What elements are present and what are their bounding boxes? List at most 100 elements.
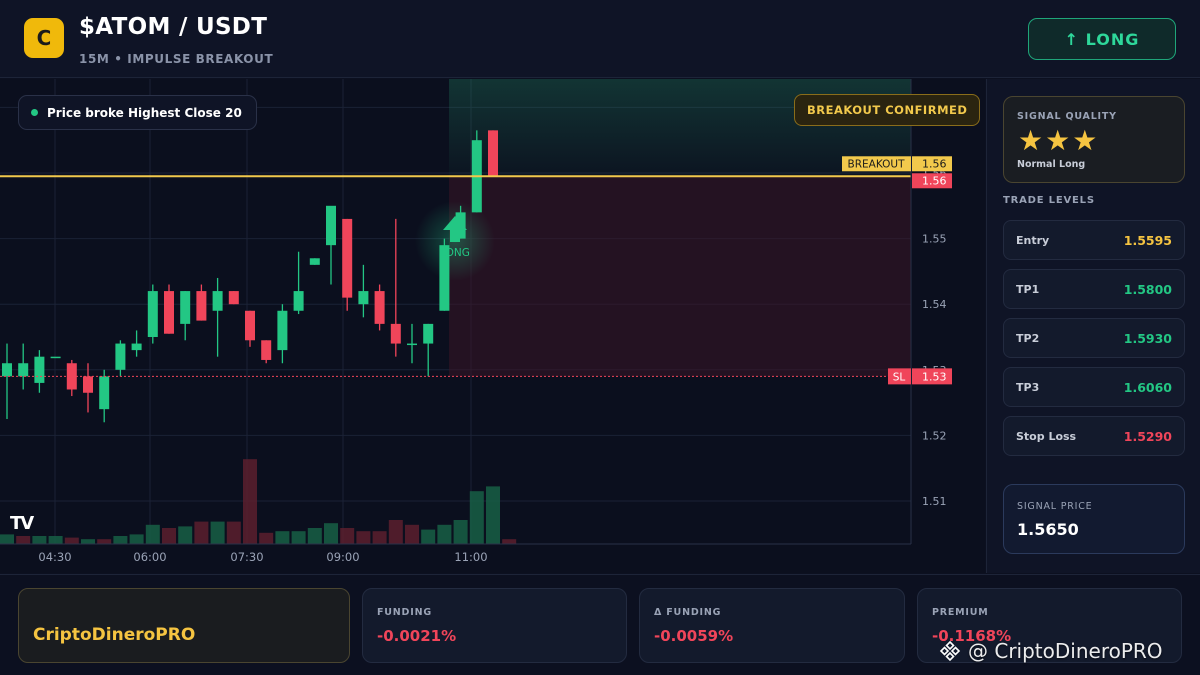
candle-body xyxy=(326,205,336,246)
delta-funding-card: Δ FUNDING -0.0059% xyxy=(639,588,905,663)
volume-bar xyxy=(97,539,112,544)
volume-bar xyxy=(81,539,95,544)
volume-bar xyxy=(113,536,128,544)
volume-bar xyxy=(502,539,517,544)
funding-card: FUNDING -0.0021% xyxy=(362,588,627,663)
candle-body xyxy=(2,363,12,377)
delta-funding-label: Δ FUNDING xyxy=(654,607,722,618)
volume-bar xyxy=(388,520,403,544)
volume-bar xyxy=(64,537,79,544)
volume-bar xyxy=(291,531,306,544)
trade-level-value: 1.5595 xyxy=(1123,232,1172,248)
volume-bar xyxy=(194,521,209,544)
candle-body xyxy=(390,323,401,344)
stop-loss-zone xyxy=(449,176,911,377)
candle-body xyxy=(261,340,272,360)
candle-body xyxy=(423,323,434,344)
delta-funding-value: -0.0059% xyxy=(654,627,734,645)
x-tick-label: 07:30 xyxy=(230,550,263,564)
trade-level-name: Entry xyxy=(1016,233,1050,247)
candle-body xyxy=(293,291,304,311)
pair-title: $ATOM / USDT xyxy=(79,14,268,40)
volume-bar xyxy=(243,459,257,544)
candle-body xyxy=(50,356,61,359)
legend-text: Price broke Highest Close 20 xyxy=(47,105,242,120)
candle-body xyxy=(99,376,110,410)
candle-body xyxy=(115,343,126,370)
candle-body xyxy=(358,291,369,305)
current-price-label: 1.56 xyxy=(922,174,947,187)
sl-price-label: 1.53 xyxy=(922,370,947,383)
signal-legend: Price broke Highest Close 20 xyxy=(18,95,257,130)
candlestick-chart[interactable]: LONG1.511.521.531.541.551.561.5704:3006:… xyxy=(0,79,985,573)
volume-bar xyxy=(324,523,338,544)
candle-body xyxy=(212,291,223,311)
candle-body xyxy=(374,291,385,324)
trade-level-name: TP1 xyxy=(1016,282,1040,296)
breakout-tag-label: BREAKOUT xyxy=(848,158,906,170)
funding-value: -0.0021% xyxy=(377,627,457,645)
volume-bar xyxy=(372,531,387,544)
volume-bar xyxy=(340,528,355,544)
signal-quality-card: SIGNAL QUALITY ★★★ Normal Long xyxy=(1003,96,1185,183)
candle-body xyxy=(180,291,191,324)
volume-bar xyxy=(162,528,176,544)
volume-bar xyxy=(486,486,500,544)
y-tick-label: 1.51 xyxy=(922,495,947,508)
trade-level-name: Stop Loss xyxy=(1016,429,1077,443)
trade-level-row: Entry 1.5595 xyxy=(1003,220,1185,260)
trade-level-value: 1.5930 xyxy=(1123,330,1172,346)
brand-name: CriptoDineroPRO xyxy=(33,625,196,645)
tradingview-logo-icon: TV xyxy=(10,513,34,534)
coin-logo-icon: C xyxy=(24,18,64,58)
breakout-price-label: 1.56 xyxy=(922,157,947,170)
long-button[interactable]: ↑ LONG xyxy=(1028,18,1176,60)
legend-dot-icon xyxy=(31,109,38,116)
candle-body xyxy=(488,130,498,177)
trade-level-value: 1.6060 xyxy=(1123,379,1172,395)
y-tick-label: 1.55 xyxy=(922,233,947,246)
volume-bar xyxy=(275,531,290,544)
volume-bar xyxy=(210,521,225,544)
volume-bar xyxy=(226,521,241,544)
candle-body xyxy=(147,291,158,337)
y-tick-label: 1.52 xyxy=(922,429,947,442)
star-rating-icon: ★★★ xyxy=(1018,124,1100,157)
x-tick-label: 09:00 xyxy=(326,550,359,564)
signal-quality-note: Normal Long xyxy=(1017,159,1086,170)
watermark-text: @ CriptoDineroPRO xyxy=(968,639,1163,663)
signal-price-value: 1.5650 xyxy=(1017,520,1079,539)
bottom-bar: CriptoDineroPRO FUNDING -0.0021% Δ FUNDI… xyxy=(0,574,1200,675)
signal-price-title: SIGNAL PRICE xyxy=(1017,501,1093,512)
trade-level-row: TP2 1.5930 xyxy=(1003,318,1185,358)
volume-bar xyxy=(437,524,452,544)
volume-bar xyxy=(453,520,468,544)
candle-body xyxy=(196,291,207,321)
volume-bar xyxy=(356,531,371,544)
candle-body xyxy=(18,363,29,377)
premium-label: PREMIUM xyxy=(932,607,989,618)
volume-bar xyxy=(405,524,419,544)
price-chart[interactable]: LONG1.511.521.531.541.551.561.5704:3006:… xyxy=(0,79,985,573)
volume-bar xyxy=(421,529,436,544)
breakout-confirmed-badge: BREAKOUT CONFIRMED xyxy=(794,94,981,126)
trade-level-row: Stop Loss 1.5290 xyxy=(1003,416,1185,456)
watermark: @ CriptoDineroPRO xyxy=(938,639,1163,663)
x-tick-label: 04:30 xyxy=(38,550,71,564)
long-signal-label: LONG xyxy=(440,247,470,259)
volume-bar xyxy=(307,528,322,544)
trade-level-row: TP1 1.5800 xyxy=(1003,269,1185,309)
volume-bar xyxy=(48,536,63,544)
candle-body xyxy=(245,310,255,341)
volume-bar xyxy=(259,532,274,544)
signal-quality-title: SIGNAL QUALITY xyxy=(1017,111,1117,122)
brand-card: CriptoDineroPRO xyxy=(18,588,350,663)
x-tick-label: 11:00 xyxy=(454,550,487,564)
binance-logo-icon xyxy=(939,640,961,662)
trade-levels-title: TRADE LEVELS xyxy=(1003,195,1095,206)
volume-bar xyxy=(145,524,160,544)
trade-level-name: TP2 xyxy=(1016,331,1040,345)
candle-body xyxy=(83,376,93,393)
candle-body xyxy=(342,218,353,298)
trade-level-value: 1.5290 xyxy=(1123,428,1172,444)
